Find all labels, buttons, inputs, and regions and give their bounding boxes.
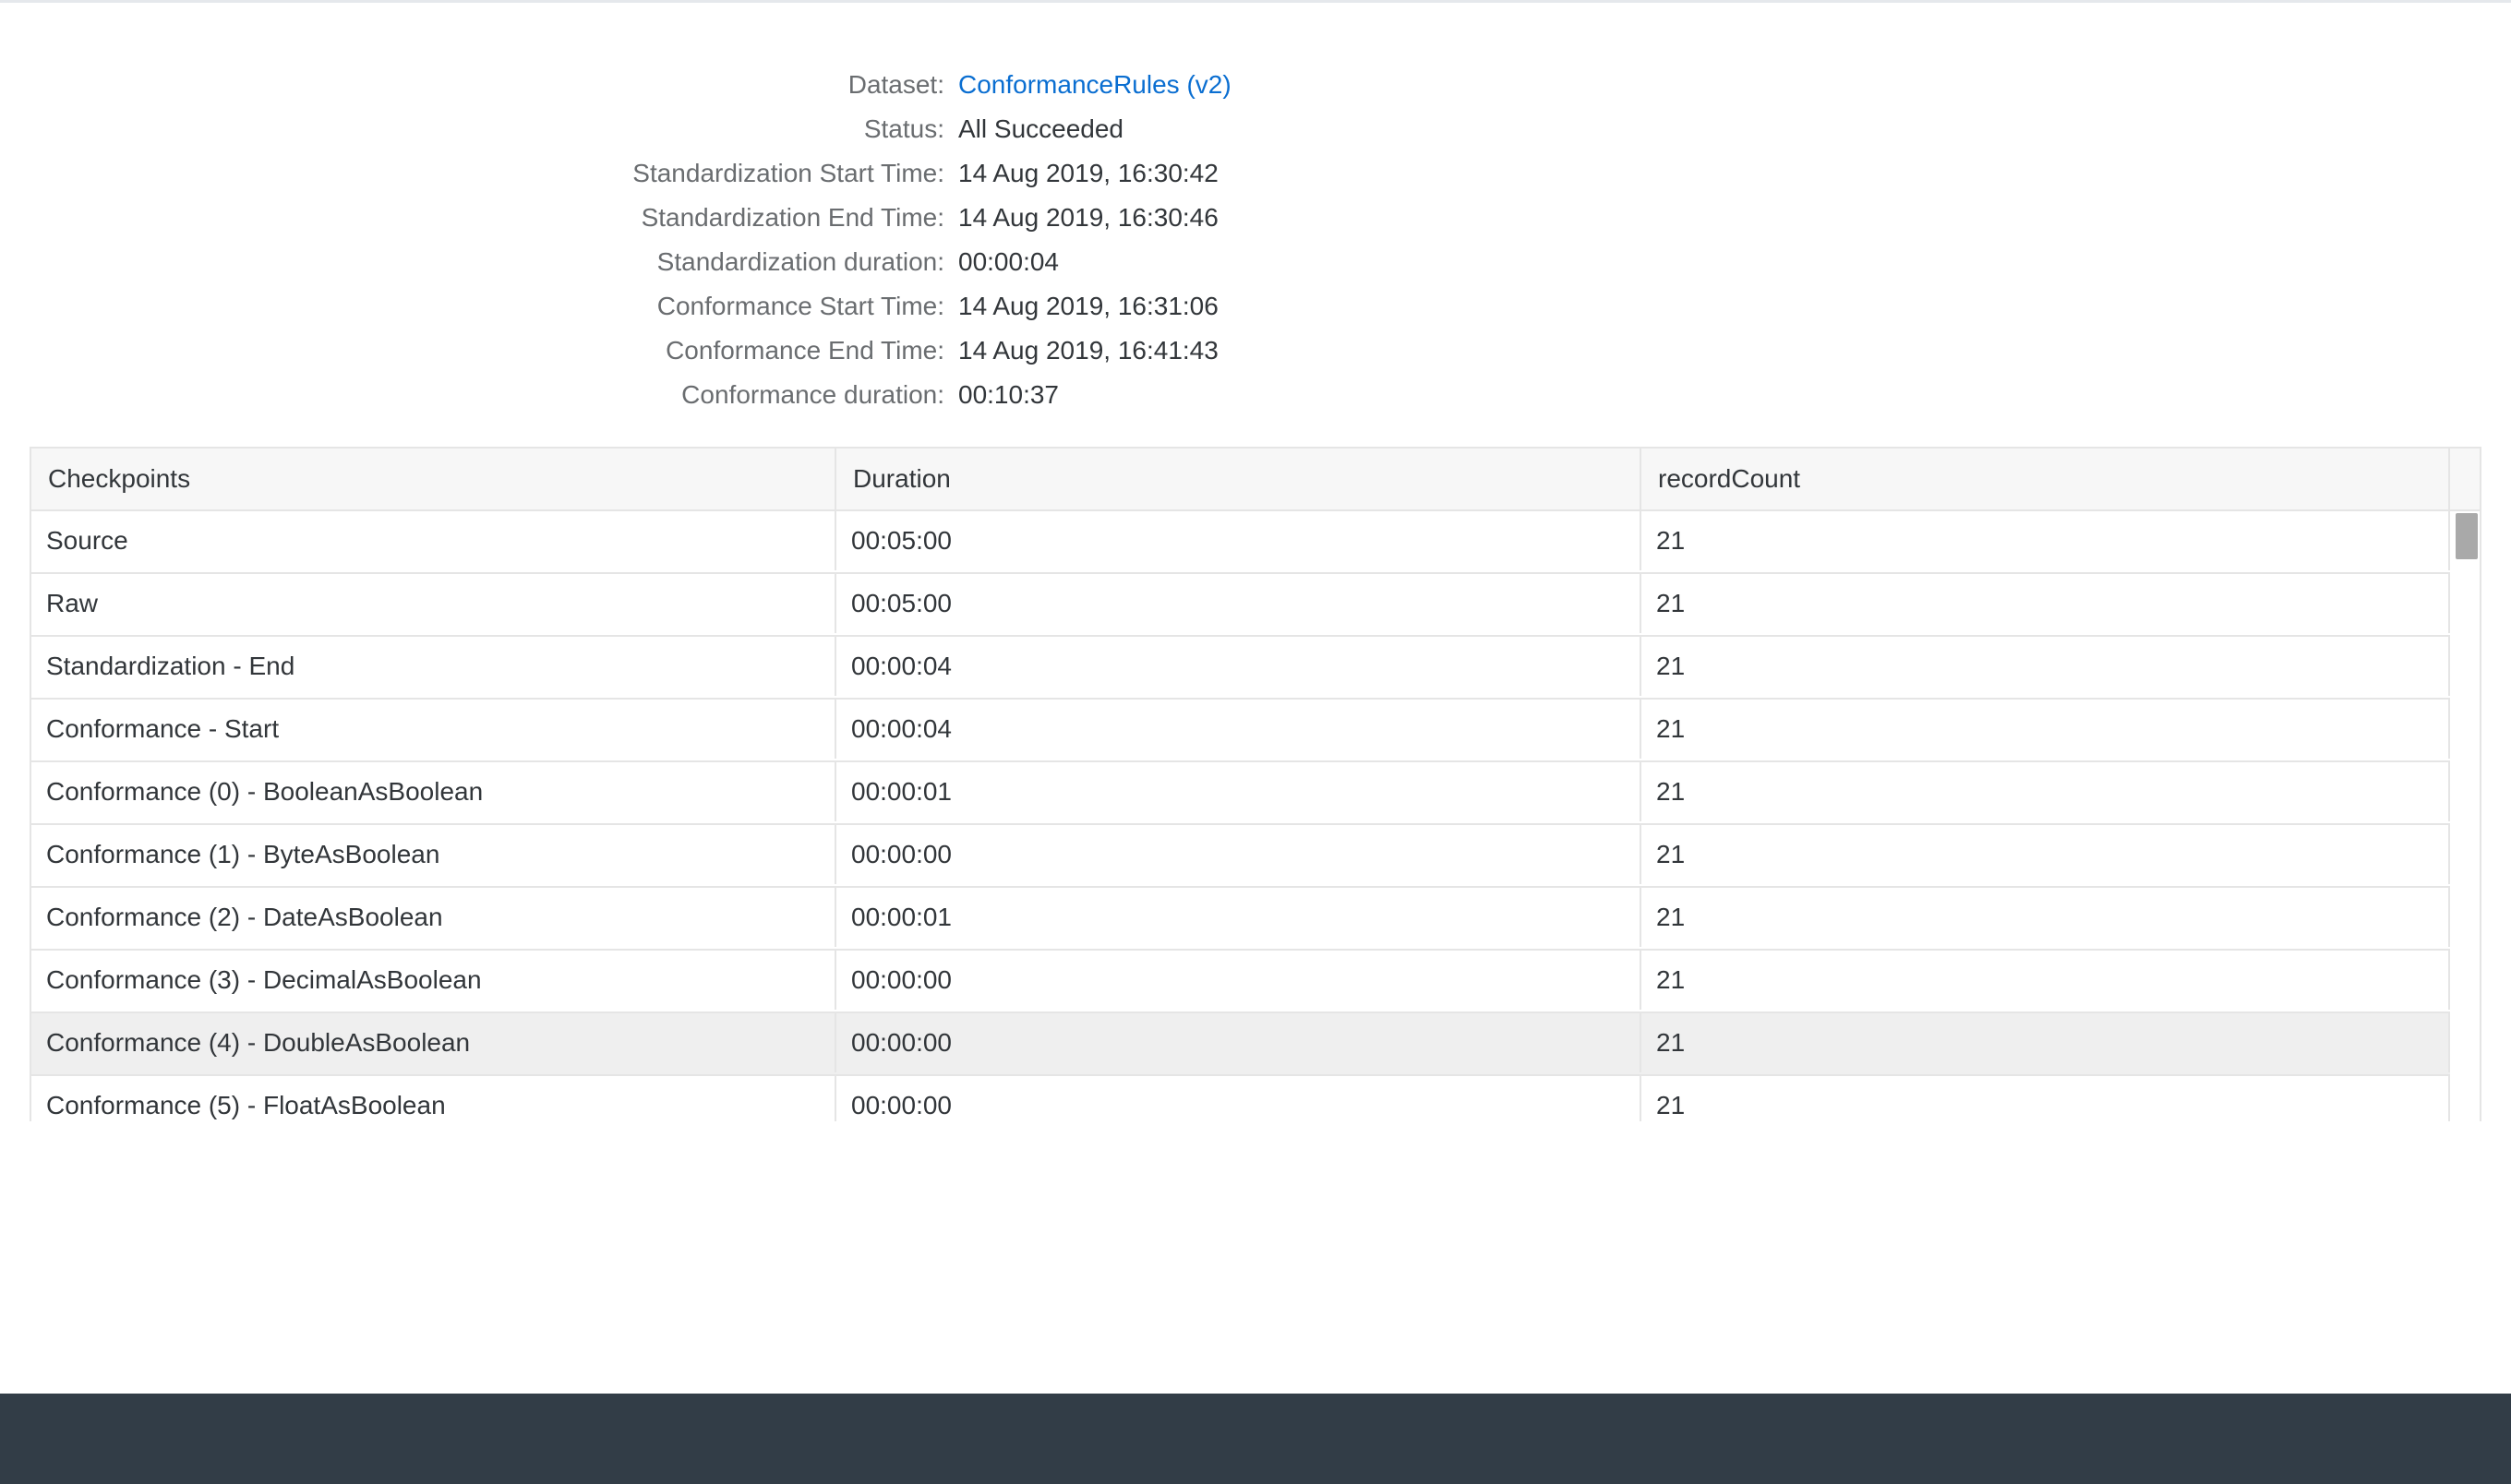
std-end-value: 14 Aug 2019, 16:30:46 — [958, 203, 1219, 232]
cell-recordcount: 21 — [1641, 762, 2450, 821]
cell-duration: 00:00:04 — [836, 700, 1641, 759]
cell-recordcount: 21 — [1641, 951, 2450, 1010]
cell-recordcount: 21 — [1641, 637, 2450, 696]
cell-recordcount: 21 — [1641, 825, 2450, 884]
status-value: All Succeeded — [958, 114, 1124, 143]
cell-checkpoint: Conformance (4) - DoubleAsBoolean — [31, 1013, 836, 1072]
conf-end-value: 14 Aug 2019, 16:41:43 — [958, 336, 1219, 365]
cell-duration: 00:00:01 — [836, 888, 1641, 947]
cell-recordcount: 21 — [1641, 888, 2450, 947]
cell-checkpoint: Conformance (5) - FloatAsBoolean — [31, 1076, 836, 1121]
cell-duration: 00:00:00 — [836, 951, 1641, 1010]
scrollbar-thumb[interactable] — [2456, 513, 2478, 559]
info-row-status: Status: All Succeeded — [0, 107, 2511, 151]
run-info-form: Dataset: ConformanceRules (v2) Status: A… — [0, 63, 2511, 417]
table-header: Checkpoints Duration recordCount — [31, 449, 2450, 511]
conf-end-label: Conformance End Time: — [666, 336, 944, 365]
dataset-label: Dataset: — [847, 70, 944, 99]
cell-recordcount: 21 — [1641, 1013, 2450, 1072]
table-row[interactable]: Conformance (3) - DecimalAsBoolean 00:00… — [31, 951, 2450, 1013]
std-start-value: 14 Aug 2019, 16:30:42 — [958, 159, 1219, 187]
info-row-std-end: Standardization End Time: 14 Aug 2019, 1… — [0, 196, 2511, 240]
info-row-conf-duration: Conformance duration: 00:10:37 — [0, 373, 2511, 417]
cell-duration: 00:00:00 — [836, 1013, 1641, 1072]
table-row[interactable]: Raw 00:05:00 21 — [31, 574, 2450, 637]
cell-recordcount: 21 — [1641, 700, 2450, 759]
cell-checkpoint: Conformance (3) - DecimalAsBoolean — [31, 951, 836, 1010]
cell-checkpoint: Source — [31, 511, 836, 570]
table-body: Source 00:05:00 21 Raw 00:05:00 21 Stand… — [31, 511, 2450, 1121]
cell-checkpoint: Conformance (2) - DateAsBoolean — [31, 888, 836, 947]
column-header-checkpoints[interactable]: Checkpoints — [31, 449, 836, 509]
info-row-std-start: Standardization Start Time: 14 Aug 2019,… — [0, 151, 2511, 196]
conf-start-value: 14 Aug 2019, 16:31:06 — [958, 292, 1219, 320]
status-label: Status: — [863, 114, 944, 143]
cell-recordcount: 21 — [1641, 511, 2450, 570]
info-row-conf-end: Conformance End Time: 14 Aug 2019, 16:41… — [0, 329, 2511, 373]
cell-duration: 00:00:01 — [836, 762, 1641, 821]
info-row-conf-start: Conformance Start Time: 14 Aug 2019, 16:… — [0, 284, 2511, 329]
cell-duration: 00:00:00 — [836, 825, 1641, 884]
cell-recordcount: 21 — [1641, 574, 2450, 633]
dataset-link[interactable]: ConformanceRules (v2) — [958, 63, 1231, 107]
table-row[interactable]: Conformance (0) - BooleanAsBoolean 00:00… — [31, 762, 2450, 825]
conf-start-label: Conformance Start Time: — [656, 292, 944, 320]
checkpoints-table: Checkpoints Duration recordCount Source … — [30, 447, 2481, 1121]
cell-checkpoint: Conformance (0) - BooleanAsBoolean — [31, 762, 836, 821]
cell-duration: 00:05:00 — [836, 574, 1641, 633]
table-row[interactable]: Conformance (2) - DateAsBoolean 00:00:01… — [31, 888, 2450, 951]
column-header-recordcount[interactable]: recordCount — [1641, 449, 2450, 509]
table-row[interactable]: Source 00:05:00 21 — [31, 511, 2450, 574]
std-start-label: Standardization Start Time: — [632, 159, 944, 187]
cell-checkpoint: Conformance - Start — [31, 700, 836, 759]
column-header-duration[interactable]: Duration — [836, 449, 1641, 509]
std-duration-label: Standardization duration: — [656, 247, 944, 276]
std-end-label: Standardization End Time: — [641, 203, 944, 232]
cell-duration: 00:00:00 — [836, 1076, 1641, 1121]
cell-checkpoint: Conformance (1) - ByteAsBoolean — [31, 825, 836, 884]
cell-duration: 00:00:04 — [836, 637, 1641, 696]
info-row-dataset: Dataset: ConformanceRules (v2) — [0, 63, 2511, 107]
info-row-std-duration: Standardization duration: 00:00:04 — [0, 240, 2511, 284]
std-duration-value: 00:00:04 — [958, 247, 1059, 276]
table-row[interactable]: Conformance (1) - ByteAsBoolean 00:00:00… — [31, 825, 2450, 888]
cell-checkpoint: Raw — [31, 574, 836, 633]
top-border — [0, 0, 2511, 3]
conf-duration-value: 00:10:37 — [958, 380, 1059, 409]
table-row[interactable]: Standardization - End 00:00:04 21 — [31, 637, 2450, 700]
footer-bar — [0, 1394, 2511, 1484]
table-row[interactable]: Conformance - Start 00:00:04 21 — [31, 700, 2450, 762]
cell-checkpoint: Standardization - End — [31, 637, 836, 696]
table-row-hovered[interactable]: Conformance (4) - DoubleAsBoolean 00:00:… — [31, 1013, 2450, 1076]
cell-duration: 00:05:00 — [836, 511, 1641, 570]
cell-recordcount: 21 — [1641, 1076, 2450, 1121]
table-scrollbar[interactable] — [2450, 511, 2480, 1121]
conf-duration-label: Conformance duration: — [681, 380, 944, 409]
table-row[interactable]: Conformance (5) - FloatAsBoolean 00:00:0… — [31, 1076, 2450, 1121]
header-scrollbar-spacer — [2450, 449, 2480, 511]
